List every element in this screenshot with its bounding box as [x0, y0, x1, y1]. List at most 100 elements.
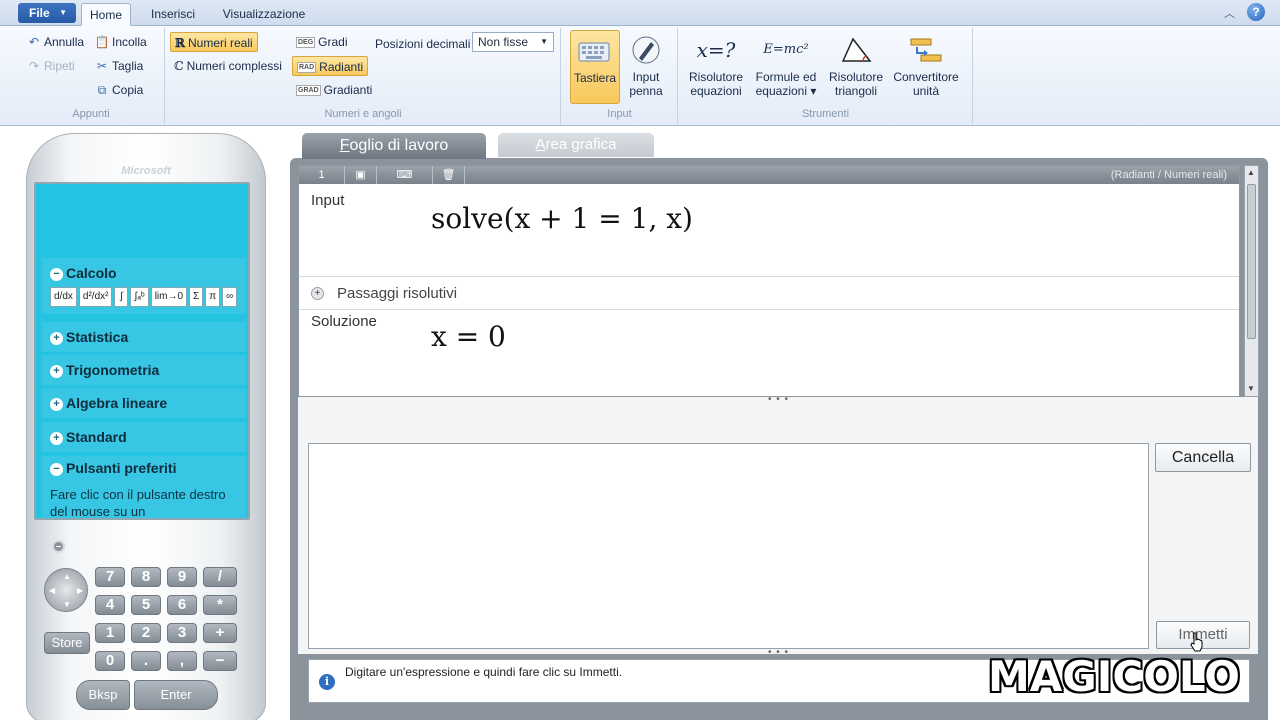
key-2[interactable]: 2 — [131, 623, 161, 643]
tab-home[interactable]: Home — [81, 3, 131, 26]
key-3[interactable]: 3 — [167, 623, 197, 643]
degrees-button[interactable]: DEG Gradi — [296, 32, 348, 52]
trash-icon[interactable]: 🗑 — [433, 166, 465, 184]
collapse-calculator-icon[interactable] — [52, 540, 65, 553]
expression-input[interactable] — [308, 443, 1149, 649]
tab-grafica-label: rea grafica — [545, 136, 617, 153]
sum-key[interactable]: Σ — [189, 287, 204, 307]
key-4[interactable]: 4 — [95, 595, 125, 615]
arrow-left-icon: ◀ — [49, 586, 56, 595]
rad-badge-icon: RAD — [297, 62, 317, 74]
radians-button[interactable]: RAD Radianti — [292, 56, 369, 76]
formulas-button[interactable]: E=mc² Formule ed equazioni ▾ — [753, 30, 819, 104]
key-5[interactable]: 5 — [131, 595, 161, 615]
key-multiply[interactable]: * — [203, 595, 237, 615]
section-algebra-label: Algebra lineare — [66, 395, 168, 411]
help-icon[interactable]: ? — [1247, 3, 1265, 21]
tab-area-grafica[interactable]: Area grafica — [498, 133, 654, 157]
dpad-control[interactable]: ▲ ▼ ◀ ▶ — [44, 568, 88, 612]
key-6[interactable]: 6 — [167, 595, 197, 615]
key-decimal-point[interactable]: . — [131, 651, 161, 671]
edit-entry-icon[interactable]: ▣ — [345, 166, 377, 184]
calculus-keys: d/dx d²/dx² ∫ ∫ₐᵇ lim→0 Σπ ∞ — [50, 287, 239, 307]
triangle-solver-button[interactable]: Risolutore triangoli — [825, 30, 887, 104]
section-algebra-lineare[interactable]: + Algebra lineare — [42, 388, 246, 418]
key-0[interactable]: 0 — [95, 651, 125, 671]
expand-icon: + — [50, 364, 63, 378]
tab-inserisci[interactable]: Inserisci — [142, 3, 204, 26]
key-7[interactable]: 7 — [95, 567, 125, 587]
group-appunti-label: Appunti — [72, 108, 110, 120]
section-standard-label: Standard — [66, 429, 127, 445]
backspace-button[interactable]: Bksp — [76, 680, 130, 710]
second-derivative-key[interactable]: d²/dx² — [78, 287, 113, 307]
keyboard-input-button[interactable]: Tastiera — [570, 30, 620, 104]
complex-numbers-label: Numeri complessi — [186, 59, 282, 73]
unit-converter-button[interactable]: Convertitore unità — [891, 30, 961, 104]
scroll-up-icon[interactable]: ▲ — [1247, 168, 1255, 177]
pen-input-button[interactable]: Input penna — [622, 30, 670, 104]
pen-icon — [622, 30, 670, 70]
section-trigonometria[interactable]: + Trigonometria — [42, 355, 246, 385]
paste-button[interactable]: 📋 Incolla — [94, 32, 147, 52]
gradians-button[interactable]: GRAD Gradianti — [296, 80, 372, 100]
scrollbar-thumb[interactable] — [1247, 184, 1256, 339]
tab-visualizzazione[interactable]: Visualizzazione — [216, 3, 312, 26]
redo-label: Ripeti — [44, 59, 75, 73]
group-strumenti-label: Strumenti — [801, 108, 850, 120]
section-preferiti-label: Pulsanti preferiti — [66, 460, 177, 476]
copy-button[interactable]: ⧉ Copia — [94, 80, 144, 100]
grad-badge-icon: GRAD — [296, 85, 321, 97]
tab-foglio-accesskey: F — [339, 137, 350, 154]
calculator-brand-logo: Microsoft — [121, 165, 171, 177]
equation-solver-button[interactable]: x=? Risolutore equazioni — [685, 30, 747, 104]
minimize-ribbon-icon[interactable]: ︿ — [1224, 5, 1235, 21]
tab-foglio-di-lavoro[interactable]: Foglio di lavoro — [302, 133, 486, 159]
collapse-icon: − — [50, 462, 63, 476]
undo-label: Annulla — [44, 35, 85, 49]
store-button[interactable]: Store — [44, 632, 90, 654]
section-statistica[interactable]: + Statistica — [42, 322, 246, 352]
equation-solver-label-2: equazioni — [690, 84, 742, 98]
key-divide[interactable]: / — [203, 567, 237, 587]
key-plus[interactable]: + — [203, 623, 237, 643]
limit-key[interactable]: lim→0 — [150, 287, 188, 307]
group-numeri-label: Numeri e angoli — [324, 108, 402, 120]
ruler-icon — [891, 30, 961, 70]
history-scrollbar[interactable]: ▲ ▼ — [1244, 165, 1259, 397]
redo-button[interactable]: ↷ Ripeti — [26, 56, 75, 76]
section-statistica-label: Statistica — [66, 329, 129, 345]
tab-foglio-label: oglio di lavoro — [349, 137, 449, 154]
derivative-key[interactable]: d/dx — [50, 287, 77, 307]
scroll-down-icon[interactable]: ▼ — [1247, 384, 1255, 393]
solution-steps-row[interactable]: + Passaggi risolutivi — [299, 276, 1239, 310]
undo-button[interactable]: ↶ Annulla — [26, 32, 84, 52]
definite-integral-key[interactable]: ∫ₐᵇ — [130, 287, 149, 307]
arrow-right-icon: ▶ — [77, 586, 84, 595]
key-8[interactable]: 8 — [131, 567, 161, 587]
key-1[interactable]: 1 — [95, 623, 125, 643]
section-standard[interactable]: + Standard — [42, 422, 246, 452]
keyboard-entry-icon[interactable]: ⌨ — [377, 166, 433, 184]
complex-numbers-button[interactable]: ℂ Numeri complessi — [174, 56, 282, 76]
input-expression[interactable]: solve(x + 1 = 1, x) — [431, 202, 693, 235]
collapse-icon: − — [50, 267, 63, 281]
solution-expression[interactable]: x = 0 — [431, 320, 506, 353]
infinity-key[interactable]: ∞ — [222, 287, 238, 307]
formulas-label-2: equazioni ▾ — [755, 84, 817, 98]
key-minus[interactable]: − — [203, 651, 237, 671]
file-menu-button[interactable]: File ▼ — [18, 3, 76, 23]
key-comma[interactable]: , — [167, 651, 197, 671]
pi-key[interactable]: π — [205, 287, 221, 307]
info-icon: i — [319, 674, 335, 690]
integral-key[interactable]: ∫ — [114, 287, 129, 307]
calculator-enter-button[interactable]: Enter — [134, 680, 218, 710]
cut-button[interactable]: ✂ Taglia — [94, 56, 143, 76]
real-numbers-button[interactable]: ℝ Numeri reali — [170, 32, 258, 52]
panel-splitter[interactable]: • • • — [298, 394, 1258, 409]
grip-icon: • • • — [768, 394, 790, 405]
expand-icon: + — [311, 287, 324, 300]
decimal-places-select[interactable]: Non fisse ▼ — [472, 32, 554, 52]
clear-button[interactable]: Cancella — [1155, 443, 1251, 472]
key-9[interactable]: 9 — [167, 567, 197, 587]
